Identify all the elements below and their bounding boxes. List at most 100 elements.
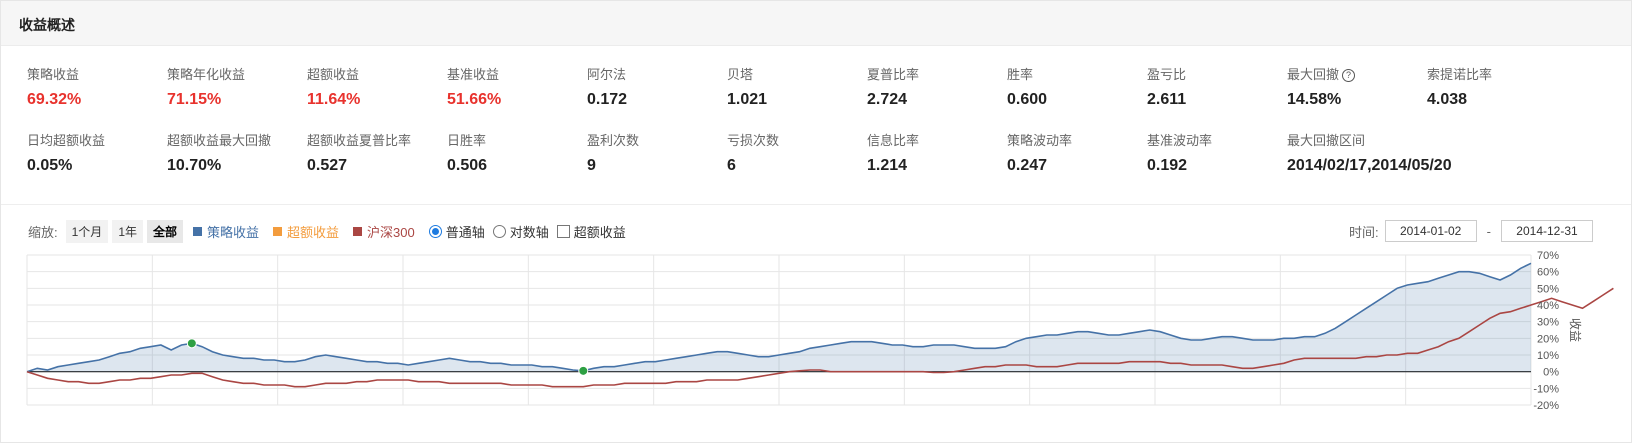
metric-row1-9: 最大回撤? 14.58%: [1287, 64, 1432, 109]
legend-item-1[interactable]: 超额收益: [273, 222, 339, 241]
metric-row1-6: 夏普比率 2.724: [867, 64, 1012, 109]
metric-value: 11.64%: [307, 91, 361, 108]
metric-row1-2: 超额收益 11.64%: [307, 64, 452, 109]
metric-value: 9: [587, 157, 596, 174]
help-icon[interactable]: ?: [1342, 69, 1356, 82]
date-range-label: 时间:: [1349, 224, 1379, 240]
metric-value: 0.172: [587, 91, 628, 108]
metric-label-text: 盈利次数: [587, 133, 640, 148]
zoom-button-0[interactable]: 1个月: [65, 220, 109, 243]
metric-row1-7: 胜率 0.600: [1007, 64, 1152, 109]
metric-row2-7: 策略波动率 0.247: [1007, 130, 1152, 175]
returns-overview-panel: 收益概述 策略收益 69.32% 策略年化收益 71.15% 超额收益 11.64% 基准收…: [0, 0, 1632, 443]
metric-label: 策略年化收益: [167, 64, 312, 83]
legend: 策略收益 超额收益 沪深300: [187, 222, 423, 241]
metric-label-text: 夏普比率: [867, 67, 920, 82]
metric-value: 10.70%: [167, 157, 222, 174]
metric-label-text: 超额收益: [307, 67, 360, 82]
metric-value: 1.021: [727, 91, 768, 108]
metric-label-text: 日胜率: [447, 133, 487, 148]
metric-label: 日均超额收益: [27, 130, 172, 149]
axis-options: 普通轴 对数轴 超额收益: [423, 222, 628, 241]
metric-value: 1.214: [867, 157, 908, 174]
metric-label-text: 最大回撤: [1287, 67, 1340, 82]
metric-label: 索提诺比率: [1427, 64, 1572, 83]
metric-label: 策略收益: [27, 64, 172, 83]
metric-value: 2014/02/17,2014/05/20: [1287, 157, 1452, 174]
metric-row2-5: 亏损次数 6: [727, 130, 872, 175]
metric-label: 最大回撤区间: [1287, 130, 1432, 149]
metric-value: 2.724: [867, 91, 908, 108]
ytick-label-6: 40%: [1537, 300, 1559, 312]
legend-swatch: [273, 227, 283, 236]
metric-label: 超额收益最大回撤: [167, 130, 312, 149]
metric-row2-9: 最大回撤区间 2014/02/17,2014/05/20: [1287, 130, 1452, 175]
legend-item-0[interactable]: 策略收益: [193, 222, 259, 241]
legend-swatch: [193, 227, 203, 236]
metric-value: 4.038: [1427, 91, 1468, 108]
axis-option-label: 普通轴: [445, 225, 485, 240]
drawdown-trough-marker: [578, 365, 589, 376]
axis-option-label: 对数轴: [509, 225, 549, 240]
metric-label: 夏普比率: [867, 64, 1012, 83]
ytick-label-9: 70%: [1537, 250, 1559, 262]
metric-label: 策略波动率: [1007, 130, 1152, 149]
zoom-button-1[interactable]: 1年: [112, 220, 143, 243]
metric-label: 日胜率: [447, 130, 592, 149]
metric-label-text: 最大回撤区间: [1287, 133, 1366, 148]
metric-label-text: 阿尔法: [587, 67, 627, 82]
metric-label-text: 索提诺比率: [1427, 67, 1493, 82]
axis-option-1[interactable]: 对数轴: [487, 222, 549, 241]
radio-button[interactable]: [428, 225, 442, 238]
legend-label: 策略收益: [207, 225, 260, 240]
metric-value: 0.05%: [27, 157, 73, 174]
metric-label: 超额收益: [307, 64, 452, 83]
metric-value: 51.66%: [447, 91, 502, 108]
checkbox[interactable]: [556, 225, 570, 238]
metric-row1-3: 基准收益 51.66%: [447, 64, 592, 109]
metric-label-text: 亏损次数: [727, 133, 780, 148]
metric-label-text: 基准收益: [447, 67, 500, 82]
metric-label-text: 策略波动率: [1007, 133, 1073, 148]
start-date-input[interactable]: [1384, 220, 1477, 242]
metric-value: 69.32%: [27, 91, 82, 108]
radio-button[interactable]: [492, 225, 506, 238]
panel-title: 收益概述: [19, 17, 75, 33]
date-range: 时间: -: [1349, 220, 1599, 242]
end-date-input[interactable]: [1501, 220, 1593, 242]
metric-row1-8: 盈亏比 2.611: [1147, 64, 1292, 109]
metric-row2-2: 超额收益夏普比率 0.527: [307, 130, 452, 175]
metric-label: 亏损次数: [727, 130, 872, 149]
metric-row2-3: 日胜率 0.506: [447, 130, 592, 175]
axis-option-2[interactable]: 超额收益: [551, 222, 626, 241]
metric-row1-0: 策略收益 69.32%: [27, 64, 172, 109]
metric-row1-5: 贝塔 1.021: [727, 64, 872, 109]
zoom-buttons: 1个月 1年 全部: [65, 220, 187, 243]
metric-value: 6: [727, 157, 736, 174]
axis-option-label: 超额收益: [573, 225, 626, 240]
ytick-label-7: 50%: [1537, 283, 1559, 295]
metric-value: 14.58%: [1287, 91, 1342, 108]
metric-row1-10: 索提诺比率 4.038: [1427, 64, 1572, 109]
metric-label: 信息比率: [867, 130, 1012, 149]
metric-label-text: 信息比率: [867, 133, 920, 148]
metric-value: 2.611: [1147, 91, 1187, 108]
metric-label: 盈亏比: [1147, 64, 1292, 83]
metric-label: 阿尔法: [587, 64, 732, 83]
returns-chart: -20% -10% 0% 10% 20% 30% 40% 50% 60% 70% 收益: [26, 250, 1614, 412]
ytick-label-3: 10%: [1537, 350, 1559, 362]
ytick-label-4: 20%: [1537, 333, 1559, 345]
zoom-label: 缩放:: [28, 225, 58, 240]
metric-value: 0.527: [307, 157, 348, 174]
metric-row1-4: 阿尔法 0.172: [587, 64, 732, 109]
axis-option-0[interactable]: 普通轴: [423, 222, 485, 241]
divider: [1, 204, 1631, 205]
metric-value: 0.600: [1007, 91, 1048, 108]
metric-label-text: 基准波动率: [1147, 133, 1213, 148]
metric-label: 贝塔: [727, 64, 872, 83]
metric-label-text: 胜率: [1007, 67, 1034, 82]
legend-item-2[interactable]: 沪深300: [353, 222, 415, 241]
metric-row2-6: 信息比率 1.214: [867, 130, 1012, 175]
zoom-button-2[interactable]: 全部: [147, 220, 184, 243]
metric-label: 基准波动率: [1147, 130, 1292, 149]
